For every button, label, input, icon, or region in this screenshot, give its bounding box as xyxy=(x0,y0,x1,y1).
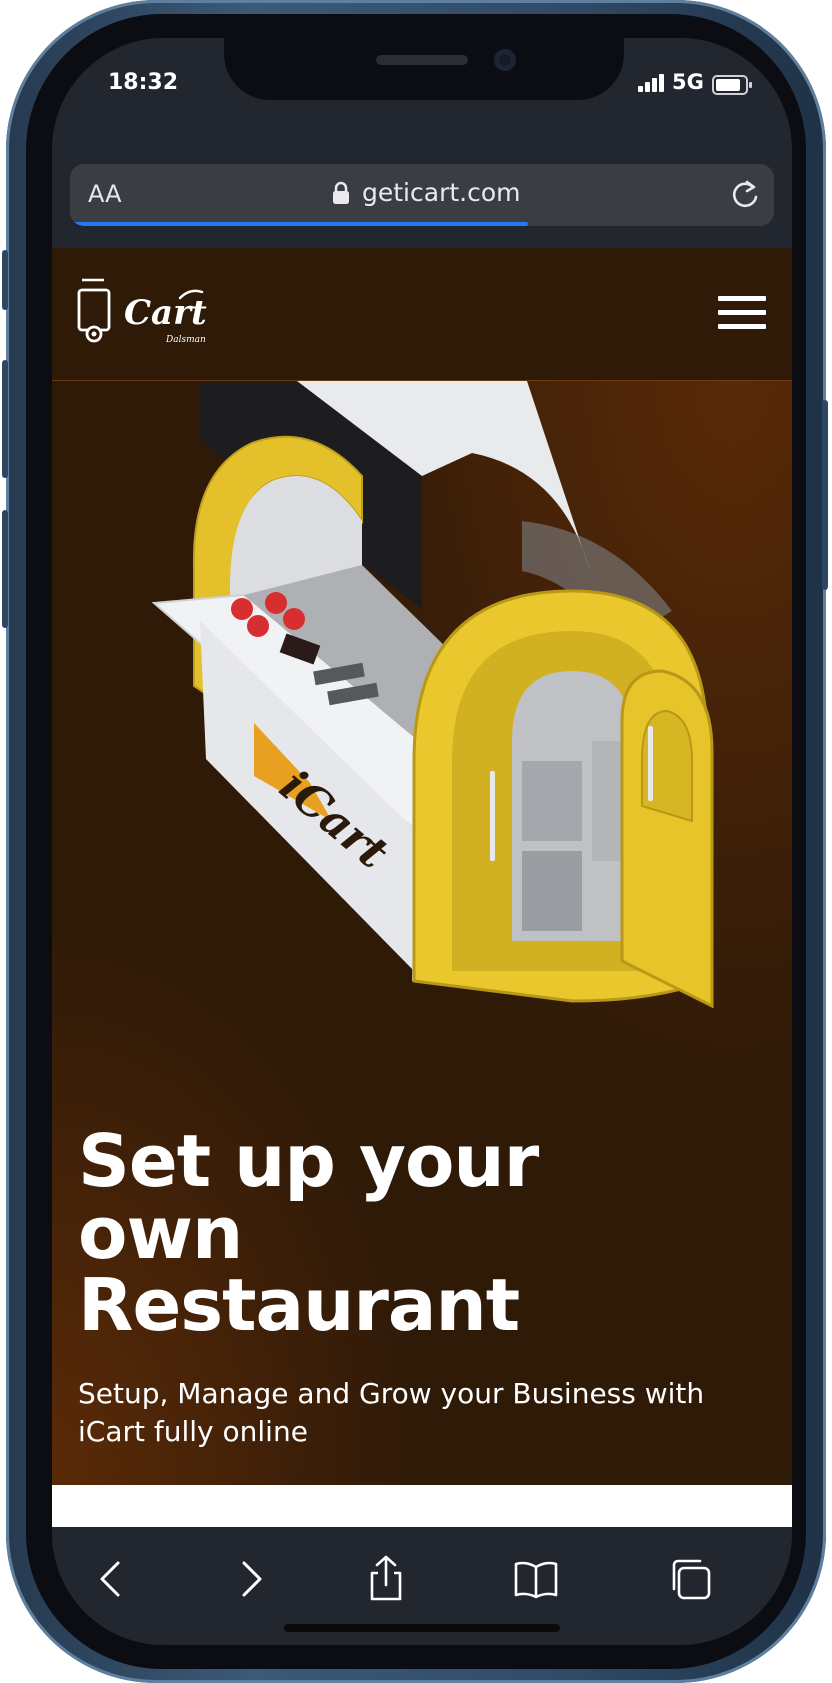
forward-icon[interactable] xyxy=(226,1555,274,1603)
phone-frame: 18:32 5G AA geticart.com Cart Dalsman iC… xyxy=(2,0,828,1683)
home-indicator xyxy=(284,1624,560,1632)
back-icon[interactable] xyxy=(88,1555,136,1603)
address-bar[interactable]: AA geticart.com xyxy=(70,164,774,226)
next-section-edge xyxy=(52,1485,792,1527)
browser-address-area: AA geticart.com xyxy=(52,128,792,248)
reload-icon[interactable] xyxy=(728,178,762,212)
front-camera xyxy=(494,49,516,71)
share-icon[interactable] xyxy=(362,1555,410,1603)
site-header: Cart Dalsman xyxy=(52,248,792,381)
headline-line-3: Restaurant xyxy=(78,1263,520,1347)
text-size-button[interactable]: AA xyxy=(88,180,122,208)
bookmarks-icon[interactable] xyxy=(512,1555,560,1603)
volume-down-button xyxy=(2,510,8,628)
volume-up-button xyxy=(2,360,8,478)
page-load-progress xyxy=(70,222,528,226)
earpiece-speaker xyxy=(376,55,468,65)
network-type: 5G xyxy=(672,70,704,94)
headline-line-2: own xyxy=(78,1191,243,1275)
power-button xyxy=(822,400,828,590)
logo-wordmark: Cart xyxy=(124,293,207,333)
notch xyxy=(224,38,624,100)
hero-section: iCart Set up your own Restaurant Setup, … xyxy=(52,381,792,1485)
headline-line-1: Set up your xyxy=(78,1119,539,1203)
signal-icon xyxy=(638,74,666,92)
icart-logo[interactable]: Cart Dalsman xyxy=(76,276,212,348)
lock-icon xyxy=(333,181,349,204)
phone-screen: 18:32 5G AA geticart.com Cart Dalsman iC… xyxy=(52,38,792,1645)
logo-subtext: Dalsman xyxy=(165,335,206,345)
hero-subheadline: Setup, Manage and Grow your Business wit… xyxy=(78,1375,758,1451)
status-bar: 18:32 5G xyxy=(52,38,792,128)
subheadline-line-2: iCart fully online xyxy=(78,1415,308,1448)
url-text[interactable]: geticart.com xyxy=(362,178,520,207)
subheadline-line-1: Setup, Manage and Grow your Business wit… xyxy=(78,1377,705,1410)
tabs-icon[interactable] xyxy=(666,1555,714,1603)
hamburger-icon[interactable] xyxy=(718,296,766,330)
status-time: 18:32 xyxy=(108,70,179,95)
food-cart-kiosk-image: iCart xyxy=(152,381,714,1009)
battery-icon xyxy=(712,75,752,95)
hero-headline: Set up your own Restaurant xyxy=(78,1125,698,1341)
mute-switch xyxy=(2,250,8,310)
